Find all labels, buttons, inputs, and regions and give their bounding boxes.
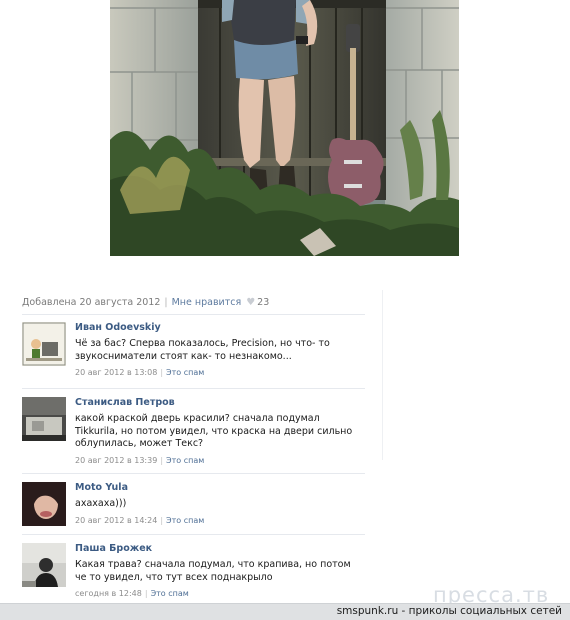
avatar[interactable] [22,322,66,366]
avatar[interactable] [22,482,66,526]
heart-icon[interactable]: ♥ [246,297,255,308]
comment-text: Чё за бас? Сперва показалось, Precision,… [75,338,330,362]
like-button[interactable]: Мне нравится [172,297,242,308]
site-footer: smspunk.ru - приколы социальных сетей [0,603,570,620]
divider [22,314,365,315]
report-spam-link[interactable]: Это спам [166,516,204,525]
divider [22,473,365,474]
post-meta: Добавлена 20 августа 2012 | Мне нравится ♥ 2… [22,297,269,308]
comment-text: Какая трава? сначала подумал, что крапив… [75,559,351,583]
meta-separator: | [164,297,168,308]
comment-text: ахахаха))) [75,498,127,509]
comment-date[interactable]: 20 авг 2012 в 13:39 [75,456,157,465]
avatar[interactable] [22,543,66,587]
comment-author[interactable]: Паша Брожек [75,543,365,555]
report-spam-link[interactable]: Это спам [151,589,189,598]
like-count: 23 [257,297,270,308]
report-spam-link[interactable]: Это спам [166,368,204,377]
comment-author[interactable]: Иван Odoevskiy [75,322,365,334]
comment-author[interactable]: Станислав Петров [75,397,365,409]
post-date: Добавлена 20 августа 2012 [22,297,161,308]
footer-separator: | [160,368,164,377]
comment-date[interactable]: сегодня в 12:48 [75,589,142,598]
report-spam-link[interactable]: Это спам [166,456,204,465]
footer-separator: | [160,515,164,525]
post-photo[interactable] [110,0,459,256]
comment-date[interactable]: 20 авг 2012 в 13:08 [75,368,157,377]
comment-text: какой краской дверь красили? сначала под… [75,413,353,449]
divider [382,290,383,460]
footer-separator: | [144,589,148,598]
footer-caption: smspunk.ru - приколы социальных сетей [336,605,562,617]
divider [22,534,365,535]
divider [22,388,365,389]
comment-author[interactable]: Moto Yula [75,482,365,494]
avatar[interactable] [22,397,66,441]
footer-separator: | [160,455,164,465]
comment-date[interactable]: 20 авг 2012 в 14:24 [75,516,157,525]
